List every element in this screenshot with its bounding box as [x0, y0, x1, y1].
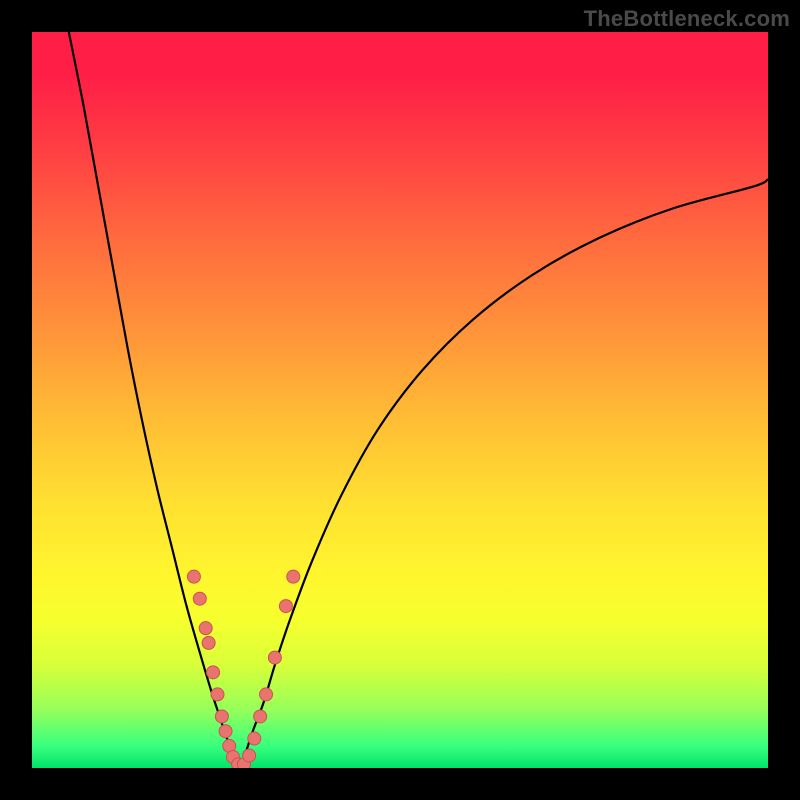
- left-curve: [69, 32, 240, 768]
- scatter-dot: [207, 666, 220, 679]
- scatter-dot: [193, 592, 206, 605]
- scatter-dot: [287, 570, 300, 583]
- right-curve: [240, 179, 768, 768]
- scatter-dot: [215, 710, 228, 723]
- scatter-dot: [248, 732, 261, 745]
- scatter-dot: [243, 749, 256, 762]
- scatter-dot: [260, 688, 273, 701]
- scatter-dot: [199, 622, 212, 635]
- scatter-dot: [187, 570, 200, 583]
- scatter-dot: [254, 710, 267, 723]
- plot-area: [32, 32, 768, 768]
- watermark-text: TheBottleneck.com: [584, 6, 790, 32]
- chart-svg: [32, 32, 768, 768]
- scatter-dot: [211, 688, 224, 701]
- chart-frame: TheBottleneck.com: [0, 0, 800, 800]
- scatter-dot: [279, 600, 292, 613]
- scatter-dot: [202, 636, 215, 649]
- scatter-dot: [219, 725, 232, 738]
- scatter-dot: [268, 651, 281, 664]
